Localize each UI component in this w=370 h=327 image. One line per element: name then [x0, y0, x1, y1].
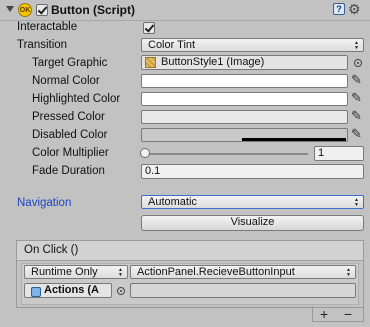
- normal-color-swatch[interactable]: [141, 74, 348, 88]
- pressed-color-swatch[interactable]: [141, 110, 348, 124]
- argument-field[interactable]: [130, 283, 356, 298]
- color-multiplier-input[interactable]: 1: [314, 146, 364, 161]
- transition-label: Transition: [17, 39, 68, 51]
- disabled-color-label: Disabled Color: [32, 129, 108, 141]
- eyedropper-icon[interactable]: ✎: [351, 126, 362, 142]
- interactable-label: Interactable: [17, 21, 78, 33]
- remove-listener-button[interactable]: −: [344, 307, 352, 321]
- transition-value: Color Tint: [148, 39, 196, 51]
- button-inspector: OK Button (Script) ? ⚙ Interactable Tran…: [0, 0, 370, 327]
- object-picker-icon[interactable]: [354, 59, 362, 67]
- color-multiplier-label: Color Multiplier: [32, 147, 109, 159]
- component-enabled-checkbox[interactable]: [36, 4, 48, 16]
- eyedropper-icon[interactable]: ✎: [351, 90, 362, 106]
- target-graphic-label: Target Graphic: [32, 57, 108, 69]
- runtime-value: Runtime Only: [31, 266, 98, 278]
- dropdown-arrow-icon: ▲ ▼: [346, 267, 351, 278]
- on-click-event: On Click () Runtime Only ▲ ▼ ActionPanel.…: [16, 240, 364, 308]
- runtime-dropdown[interactable]: Runtime Only ▲ ▼: [24, 265, 128, 279]
- transition-dropdown[interactable]: Color Tint ▲ ▼: [141, 38, 364, 52]
- gear-icon[interactable]: ⚙: [348, 1, 361, 18]
- target-object-value: Actions (A: [44, 284, 99, 296]
- interactable-checkbox[interactable]: [143, 22, 155, 34]
- normal-color-label: Normal Color: [32, 75, 100, 87]
- add-listener-button[interactable]: +: [320, 307, 328, 321]
- image-icon: [145, 57, 156, 68]
- function-dropdown[interactable]: ActionPanel.RecieveButtonInput ▲ ▼: [130, 265, 356, 279]
- function-value: ActionPanel.RecieveButtonInput: [137, 266, 295, 278]
- help-icon[interactable]: ?: [333, 3, 345, 15]
- navigation-value: Automatic: [148, 196, 197, 208]
- target-object-field[interactable]: Actions (A: [24, 283, 112, 298]
- pressed-color-label: Pressed Color: [32, 111, 105, 123]
- gameobject-icon: [31, 287, 41, 297]
- target-graphic-value: ButtonStyle1 (Image): [161, 56, 265, 68]
- object-picker-icon[interactable]: [117, 287, 125, 295]
- highlighted-color-swatch[interactable]: [141, 92, 348, 106]
- event-title: On Click (): [24, 244, 79, 256]
- navigation-label: Navigation: [17, 197, 72, 209]
- eyedropper-icon[interactable]: ✎: [351, 108, 362, 124]
- eyedropper-icon[interactable]: ✎: [351, 72, 362, 88]
- fade-duration-input[interactable]: 0.1: [141, 164, 364, 179]
- dropdown-arrow-icon: ▲ ▼: [354, 40, 359, 51]
- target-graphic-field[interactable]: ButtonStyle1 (Image): [141, 55, 348, 70]
- alpha-bar: [242, 138, 346, 141]
- component-title: Button (Script): [51, 3, 135, 17]
- dropdown-arrow-icon: ▲ ▼: [354, 197, 359, 208]
- color-multiplier-thumb[interactable]: [140, 148, 150, 158]
- disabled-color-swatch[interactable]: [141, 128, 348, 142]
- color-multiplier-track[interactable]: [145, 153, 308, 155]
- component-header[interactable]: OK Button (Script) ? ⚙: [0, 0, 370, 21]
- event-header: On Click (): [17, 241, 363, 261]
- event-listener: Runtime Only ▲ ▼ ActionPanel.RecieveButto…: [21, 263, 359, 305]
- script-icon: OK: [18, 3, 32, 17]
- highlighted-color-label: Highlighted Color: [32, 93, 121, 105]
- dropdown-arrow-icon: ▲ ▼: [118, 267, 123, 278]
- foldout-arrow-icon[interactable]: [6, 6, 14, 12]
- navigation-dropdown[interactable]: Automatic ▲ ▼: [141, 195, 364, 209]
- visualize-button[interactable]: Visualize: [141, 215, 364, 231]
- fade-duration-label: Fade Duration: [32, 165, 105, 177]
